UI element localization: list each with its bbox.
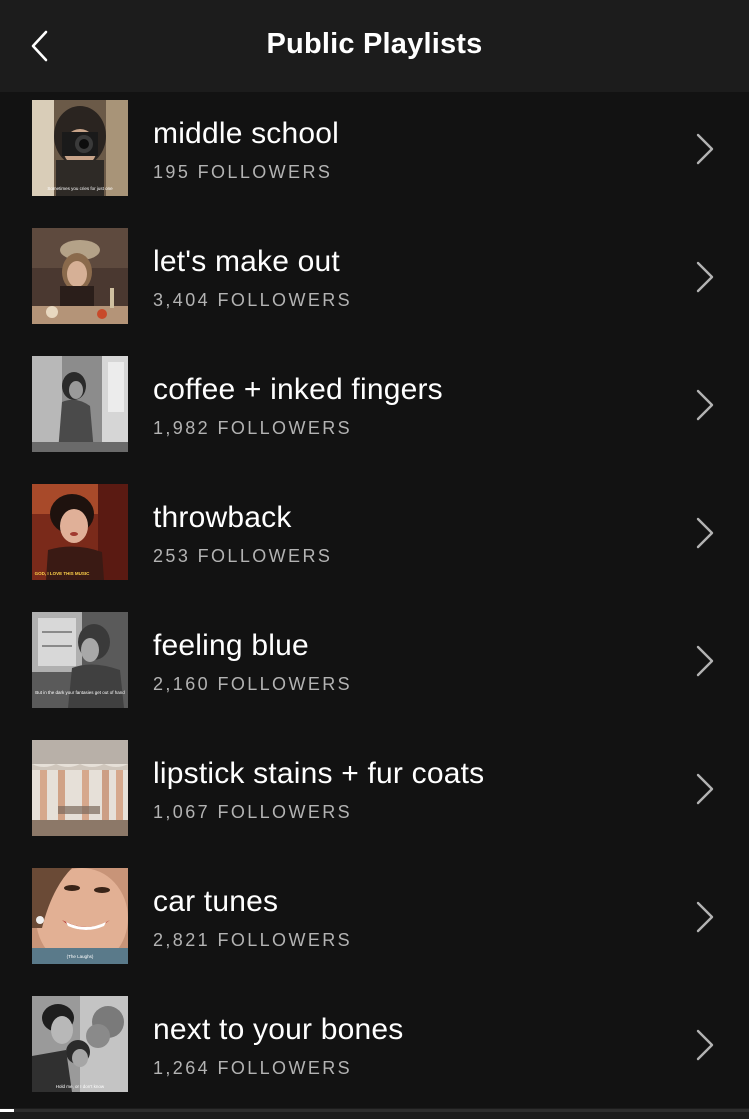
playlist-title: let's make out [153,245,340,278]
top-bar: Public Playlists [0,0,749,92]
progress-indicator [0,1109,14,1112]
follower-count: 2,821 FOLLOWERS [153,930,353,950]
follower-count: 195 FOLLOWERS [153,162,333,182]
playlist-row[interactable]: But in the dark your fantasies get out o… [0,604,749,732]
playlist-title: lipstick stains + fur coats [153,757,485,790]
playlist-row[interactable]: GOD, I LOVE THIS MUSIC throwback 253 FOL… [0,476,749,604]
progress-track [0,1109,749,1112]
chevron-right-icon [696,517,714,549]
playlist-cover: But in the dark your fantasies get out o… [32,612,128,708]
chevron-right-icon [696,389,714,421]
playlist-list: Sometimes you cries for just one middle … [0,92,749,1116]
follower-count: 253 FOLLOWERS [153,546,333,566]
playlist-row[interactable]: (The Laughs) car tunes 2,821 FOLLOWERS [0,860,749,988]
follower-count: 1,264 FOLLOWERS [153,1058,353,1078]
playlist-title: next to your bones [153,1013,404,1046]
chevron-right-icon [696,1029,714,1061]
playlist-cover: GOD, I LOVE THIS MUSIC [32,484,128,580]
playlist-title: middle school [153,117,340,150]
chevron-right-icon [696,773,714,805]
playlist-row[interactable]: let's make out 3,404 FOLLOWERS [0,220,749,348]
playlist-title: feeling blue [153,629,309,662]
playlist-cover: Sometimes you cries for just one [32,100,128,196]
follower-count: 3,404 FOLLOWERS [153,290,353,310]
follower-count: 1,982 FOLLOWERS [153,418,353,438]
playlist-title: throwback [153,501,292,534]
playlist-cover: Hold me, or I don't know [32,996,128,1092]
chevron-right-icon [696,261,714,293]
thumb-caption: But in the dark your fantasies get out o… [35,690,125,695]
thumb-caption: (The Laughs) [67,954,94,959]
playlist-row[interactable]: coffee + inked fingers 1,982 FOLLOWERS [0,348,749,476]
thumb-caption: Hold me, or I don't know [56,1084,105,1089]
follower-count: 1,067 FOLLOWERS [153,802,353,822]
page-title: Public Playlists [266,28,483,60]
playlist-cover: (The Laughs) [32,868,128,964]
follower-count: 2,160 FOLLOWERS [153,674,353,694]
playlist-row[interactable]: Hold me, or I don't know next to your bo… [0,988,749,1116]
playlist-cover [32,740,128,836]
thumb-caption: Sometimes you cries for just one [47,186,113,191]
chevron-right-icon [696,133,714,165]
playlist-title: coffee + inked fingers [153,373,443,406]
chevron-right-icon [696,901,714,933]
playlist-title: car tunes [153,885,279,918]
playlist-row[interactable]: lipstick stains + fur coats 1,067 FOLLOW… [0,732,749,860]
playlist-cover [32,228,128,324]
playlist-cover [32,356,128,452]
playlist-row[interactable]: Sometimes you cries for just one middle … [0,92,749,220]
chevron-right-icon [696,645,714,677]
thumb-caption: GOD, I LOVE THIS MUSIC [35,571,91,576]
